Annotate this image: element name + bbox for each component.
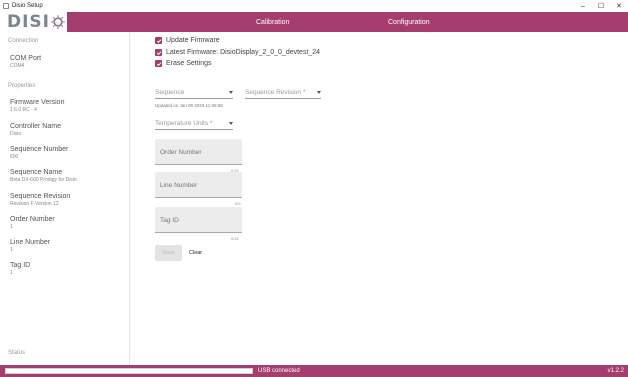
firmware-version-property: Firmware Version 1.6.0 RC - 4 — [10, 98, 64, 114]
property-label: Order Number — [10, 216, 55, 223]
sequence-revision-select[interactable]: Sequence Revision * — [245, 87, 321, 99]
property-value: 1 — [10, 224, 13, 230]
window-controls: – ☐ ✕ — [574, 0, 628, 12]
temperature-units-select-label: Temperature Units * — [155, 120, 213, 127]
sidebar: Connection COM Port COM4 Properties Firm… — [0, 32, 130, 365]
tag-id-counter: 0/16 — [231, 236, 239, 241]
line-number-field[interactable]: Line Number — [155, 172, 242, 198]
app-window-icon — [3, 3, 9, 9]
property-value: 1.6.0 RC - 4 — [10, 107, 37, 113]
property-label: Controller Name — [10, 123, 61, 130]
sequence-number-property: Sequence Number 600 — [10, 145, 68, 161]
tag-id-property: Tag ID 1 — [10, 261, 30, 277]
window-titlebar: Disio Setup – ☐ ✕ — [0, 0, 628, 12]
property-label: Tag ID — [10, 262, 31, 269]
property-label: Sequence Number — [10, 146, 69, 153]
com-port-property: COM Port COM4 — [10, 54, 41, 70]
maximize-button[interactable]: ☐ — [592, 0, 610, 12]
order-number-field[interactable]: Order Number — [155, 139, 242, 165]
property-value: 1 — [10, 270, 13, 276]
property-value: Revision F Version 13 — [10, 201, 59, 207]
sequence-select[interactable]: Sequence — [155, 87, 233, 99]
checkbox-label: Update Firmware — [166, 37, 220, 44]
status-section-label: Status — [8, 350, 26, 356]
property-value: 600 — [10, 154, 19, 160]
line-number-field-label: Line Number — [160, 182, 198, 189]
caret-down-icon — [229, 122, 233, 125]
property-value: Beta DX-600 Prodigy for Disio — [10, 177, 77, 183]
erase-settings-checkbox[interactable]: Erase Settings — [155, 60, 212, 67]
sequence-revision-select-label: Sequence Revision * — [245, 89, 306, 96]
app-window: Disio Setup – ☐ ✕ DISI Calibration Confi… — [0, 0, 628, 377]
usb-status-text: USB connected — [258, 368, 300, 374]
property-label: Sequence Revision — [10, 193, 71, 200]
controller-name-property: Controller Name Disio — [10, 122, 61, 138]
version-label: v1.2.2 — [607, 368, 624, 374]
latest-firmware-checkbox[interactable]: Latest Firmware: DisioDisplay_2_0_0_devt… — [155, 49, 320, 56]
dial-o-icon — [51, 15, 65, 29]
property-label: Sequence Name — [10, 169, 63, 176]
property-value: Disio — [10, 131, 22, 137]
check-icon — [156, 50, 161, 55]
caret-down-icon — [317, 91, 321, 94]
tab-configuration[interactable]: Configuration — [388, 12, 430, 32]
property-label: Firmware Version — [10, 99, 65, 106]
progress-bar — [5, 368, 253, 374]
order-number-field-label: Order Number — [160, 149, 202, 156]
clear-button[interactable]: Clear — [186, 245, 202, 261]
property-value: 1 — [10, 247, 13, 253]
property-label: Line Number — [10, 239, 51, 246]
sequence-name-property: Sequence Name Beta DX-600 Prodigy for Di… — [10, 168, 77, 184]
com-port-label: COM Port — [10, 55, 42, 62]
updated-note: Updated on Jan 09 2023 11:06:58 — [155, 103, 223, 108]
order-number-property: Order Number 1 — [10, 215, 55, 231]
tab-calibration[interactable]: Calibration — [256, 12, 289, 32]
tag-id-field[interactable]: Tag ID — [155, 207, 242, 233]
caret-down-icon — [229, 91, 233, 94]
tag-id-field-label: Tag ID — [160, 217, 179, 224]
app-header — [0, 12, 628, 32]
checkbox-checked[interactable] — [155, 60, 162, 67]
connection-section-label: Connection — [8, 38, 39, 44]
checkbox-checked[interactable] — [155, 49, 162, 56]
temperature-units-select[interactable]: Temperature Units * — [155, 118, 233, 130]
checkbox-checked[interactable] — [155, 37, 162, 44]
minimize-button[interactable]: – — [574, 0, 592, 12]
save-button[interactable]: Save — [155, 245, 182, 261]
sequence-select-label: Sequence — [155, 89, 185, 96]
checkbox-label: Latest Firmware: DisioDisplay_2_0_0_devt… — [166, 49, 321, 56]
sequence-revision-property: Sequence Revision Revision F Version 13 — [10, 192, 70, 208]
line-number-property: Line Number 1 — [10, 238, 50, 254]
line-number-counter: 0/5 — [235, 201, 241, 206]
com-port-value: COM4 — [10, 63, 25, 69]
check-icon — [156, 61, 161, 66]
update-firmware-checkbox[interactable]: Update Firmware — [155, 37, 220, 44]
window-title: Disio Setup — [12, 3, 43, 9]
checkbox-label: Erase Settings — [166, 60, 212, 67]
logo-text: DISI — [7, 12, 51, 32]
properties-section-label: Properties — [8, 83, 36, 89]
close-button[interactable]: ✕ — [610, 0, 628, 12]
check-icon — [156, 38, 161, 43]
logo: DISI — [0, 12, 67, 32]
